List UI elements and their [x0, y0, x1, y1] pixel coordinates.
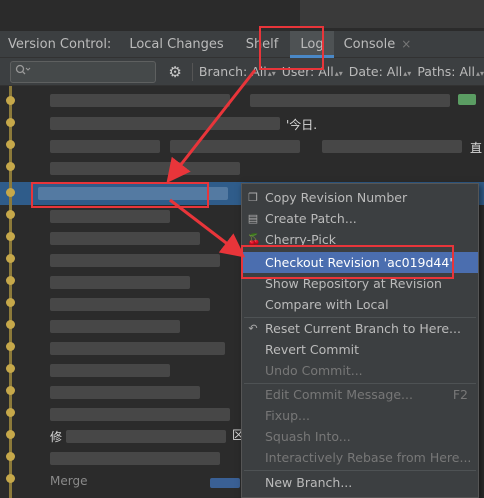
paths-filter[interactable]: Paths: All▴▾: [417, 64, 484, 79]
blurred-commit-message: [50, 210, 170, 223]
branch-label-badge: [458, 94, 476, 105]
commit-message-fragment: Merge: [50, 474, 88, 488]
search-input[interactable]: [10, 60, 157, 83]
menu-item-label: New Branch...: [265, 475, 353, 490]
commit-node: [6, 162, 15, 171]
menu-item-label: Fixup...: [265, 408, 310, 423]
commit-node: [6, 276, 15, 285]
commit-node: [6, 140, 15, 149]
create-patch-item[interactable]: ▤ Create Patch...: [242, 208, 478, 229]
commit-node: [6, 408, 15, 417]
close-icon[interactable]: ×: [401, 37, 411, 51]
blurred-commit-message: [66, 430, 226, 443]
blurred-commit-message: [50, 254, 220, 267]
commit-message-fragment: 修: [50, 430, 63, 444]
menu-item-label: Reset Current Branch to Here...: [265, 321, 461, 336]
editor-top-strip: [0, 0, 484, 31]
version-control-tab-bar: Version Control: Local Changes Shelf Log…: [0, 30, 484, 58]
compare-with-local-item[interactable]: Compare with Local: [242, 294, 478, 315]
blurred-commit-message: [50, 94, 230, 107]
copy-icon: ❐: [248, 191, 258, 204]
log-tab-callout-box: [259, 26, 324, 70]
edit-commit-message-item[interactable]: Edit Commit Message... F2: [242, 384, 478, 405]
commit-node: [6, 232, 15, 241]
commit-node: [6, 342, 15, 351]
menu-item-label: Compare with Local: [265, 297, 389, 312]
revert-commit-item[interactable]: Revert Commit: [242, 339, 478, 360]
menu-separator: [244, 470, 476, 471]
dropdown-arrow-icon: ▴▾: [334, 69, 343, 78]
blurred-commit-message: [50, 452, 220, 465]
menu-item-label: Undo Commit...: [265, 363, 363, 378]
reset-icon: ↶: [248, 322, 258, 335]
date-filter[interactable]: Date: All▴▾: [349, 64, 412, 79]
tab-local-changes[interactable]: Local Changes: [129, 31, 223, 58]
blurred-commit-message: [50, 232, 200, 245]
blurred-commit-message: [170, 140, 300, 153]
branch-label-badge: [210, 478, 240, 488]
squash-into-item[interactable]: Squash Into...: [242, 426, 478, 447]
dropdown-arrow-icon: ▴▾: [267, 69, 276, 78]
tab-console-label: Console: [343, 36, 396, 52]
dropdown-arrow-icon: ▴▾: [475, 69, 484, 78]
blurred-commit-message: [50, 117, 280, 130]
copy-revision-number-item[interactable]: ❐ Copy Revision Number: [242, 187, 478, 208]
commit-node: [6, 210, 15, 219]
menu-item-label: Revert Commit: [265, 342, 360, 357]
commit-node: [6, 96, 15, 105]
menu-item-label: Interactively Rebase from Here...: [265, 450, 472, 465]
search-icon: [15, 64, 31, 79]
commit-node: [6, 118, 15, 127]
reset-branch-item[interactable]: ↶ Reset Current Branch to Here...: [242, 318, 478, 339]
gear-icon[interactable]: ⚙: [166, 63, 184, 81]
patch-icon: ▤: [247, 212, 259, 225]
blurred-commit-message: [322, 140, 462, 153]
blurred-commit-message: [50, 320, 180, 333]
blurred-commit-message: [50, 276, 190, 289]
shortcut-label: F2: [452, 387, 468, 402]
blurred-commit-message: [50, 408, 230, 421]
commit-node: [6, 386, 15, 395]
menu-item-label: Edit Commit Message...: [265, 387, 413, 402]
dropdown-arrow-icon: ▴▾: [403, 69, 412, 78]
commit-node: [6, 364, 15, 373]
commit-message-fragment: '今日.: [286, 118, 318, 132]
commit-node: [6, 474, 15, 483]
menu-item-label: Create Patch...: [265, 211, 357, 226]
log-filter-bar: ⚙ Branch: All▴▾ User: All▴▾ Date: All▴▾ …: [0, 58, 484, 86]
date-filter-label: Date: All: [348, 64, 403, 79]
tab-console[interactable]: Console ×: [344, 31, 412, 58]
blurred-commit-message: [50, 298, 210, 311]
blurred-content: [300, 0, 484, 28]
commit-message-fragment: 直: [470, 141, 483, 155]
undo-commit-item[interactable]: Undo Commit...: [242, 360, 478, 381]
commit-row-callout-box: [31, 182, 209, 208]
new-branch-item[interactable]: New Branch...: [242, 472, 478, 493]
commit-node: [6, 430, 15, 439]
checkout-item-callout-box: [241, 245, 454, 279]
commit-node: [6, 452, 15, 461]
menu-item-label: Squash Into...: [265, 429, 351, 444]
commit-node: [6, 188, 15, 197]
paths-filter-label: Paths: All: [417, 64, 475, 79]
blurred-commit-message: [50, 162, 240, 175]
commit-node: [6, 254, 15, 263]
blurred-commit-message: [50, 386, 200, 399]
commit-node: [6, 320, 15, 329]
blurred-commit-message: [250, 94, 450, 107]
menu-item-label: Copy Revision Number: [265, 190, 408, 205]
fixup-item[interactable]: Fixup...: [242, 405, 478, 426]
blurred-commit-message: [50, 364, 170, 377]
commit-context-menu: ❐ Copy Revision Number ▤ Create Patch...…: [241, 183, 479, 498]
toolwindow-title: Version Control:: [8, 36, 112, 52]
divider: [192, 62, 193, 81]
interactive-rebase-item[interactable]: Interactively Rebase from Here...: [242, 447, 478, 468]
blurred-commit-message: [50, 342, 225, 355]
commit-node: [6, 298, 15, 307]
blurred-commit-message: [50, 140, 160, 153]
branch-filter-label: Branch: All: [198, 64, 267, 79]
